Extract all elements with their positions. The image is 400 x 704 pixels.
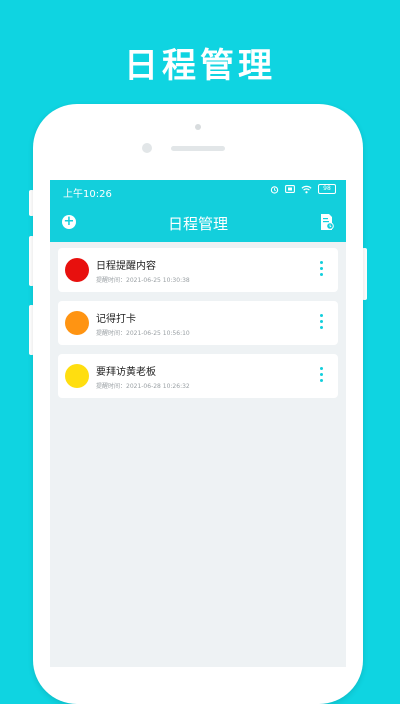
schedule-color-dot (65, 258, 89, 282)
status-time: 上午10:26 (63, 189, 112, 200)
schedule-time: 提醒时间：2021-06-25 10:30:38 (96, 277, 190, 284)
more-options-icon[interactable] (320, 261, 324, 279)
schedule-time: 提醒时间：2021-06-28 10:26:32 (96, 383, 190, 390)
phone-speaker (171, 146, 225, 151)
schedule-card[interactable]: 日程提醒内容 提醒时间：2021-06-25 10:30:38 (58, 248, 338, 292)
wifi-icon (301, 185, 312, 193)
status-bar: 上午10:26 98 (50, 180, 346, 202)
phone-camera (195, 124, 201, 130)
sim-icon (285, 185, 295, 193)
document-settings-icon[interactable] (320, 213, 334, 231)
schedule-time: 提醒时间：2021-06-25 10:56:10 (96, 330, 190, 337)
battery-icon: 98 (318, 184, 336, 194)
schedule-title: 记得打卡 (96, 314, 136, 325)
app-header: + 日程管理 (50, 202, 346, 242)
more-options-icon[interactable] (320, 367, 324, 385)
schedule-title: 日程提醒内容 (96, 261, 156, 272)
schedule-card[interactable]: 要拜访黄老板 提醒时间：2021-06-28 10:26:32 (58, 354, 338, 398)
schedule-color-dot (65, 364, 89, 388)
promo-title: 日程管理 (124, 46, 276, 86)
header-title: 日程管理 (167, 215, 228, 233)
phone-sensor (142, 143, 152, 153)
app-screen: 上午10:26 98 + 日程管理 日程提醒内容 提醒时间：2021-06-25… (50, 180, 346, 667)
schedule-title: 要拜访黄老板 (96, 367, 156, 378)
more-options-icon[interactable] (320, 314, 324, 332)
status-icons: 98 (270, 184, 336, 194)
alarm-icon (270, 185, 279, 194)
schedule-card[interactable]: 记得打卡 提醒时间：2021-06-25 10:56:10 (58, 301, 338, 345)
schedule-color-dot (65, 311, 89, 335)
